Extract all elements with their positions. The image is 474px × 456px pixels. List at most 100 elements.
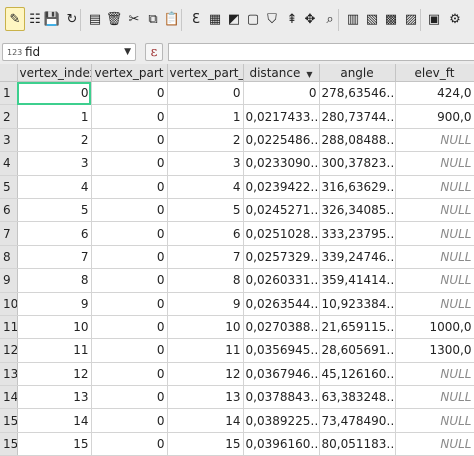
table-cell[interactable]: 8 (167, 268, 244, 293)
table-cell[interactable]: 3 (17, 151, 92, 176)
table-cell[interactable]: 0 (91, 81, 168, 106)
row-header[interactable]: 1 (0, 81, 18, 106)
table-cell[interactable]: 0,0263544… (243, 292, 320, 316)
table-cell[interactable]: 0,0389225… (243, 408, 320, 433)
table-cell[interactable]: 0 (91, 175, 168, 199)
table-cell[interactable]: 0,0257329… (243, 245, 320, 270)
table-cell[interactable]: 12 (167, 362, 244, 387)
column-header-angle[interactable]: angle (319, 64, 396, 82)
table-cell[interactable]: 0,0251028… (243, 221, 320, 246)
copy-icon[interactable]: ⧉ (143, 7, 163, 31)
table-cell[interactable]: NULL (395, 268, 474, 293)
table-cell[interactable]: 0 (91, 151, 168, 176)
table-cell[interactable]: 13 (17, 385, 92, 410)
table-cell[interactable]: 7 (167, 245, 244, 270)
table-cell[interactable]: 0,0378843… (243, 385, 320, 410)
table-cell[interactable]: 63,383248… (319, 385, 396, 410)
invert-selection-icon[interactable]: ◩ (224, 7, 244, 31)
table-cell[interactable]: 0,0367946… (243, 362, 320, 387)
column-header-elev-ft[interactable]: elev_ft (395, 64, 474, 82)
table-cell[interactable]: 7 (17, 245, 92, 270)
table-cell[interactable]: 4 (17, 175, 92, 199)
table-cell[interactable]: 0 (91, 315, 168, 340)
table-cell[interactable]: 6 (17, 221, 92, 246)
table-cell[interactable]: 73,478490… (319, 408, 396, 433)
table-cell[interactable]: 0 (91, 385, 168, 410)
table-cell[interactable]: 3 (167, 151, 244, 176)
table-cell[interactable]: 0 (91, 292, 168, 316)
deselect-all-icon[interactable]: ▢ (243, 7, 263, 31)
table-cell[interactable]: 316,63629… (319, 175, 396, 199)
table-cell[interactable]: 0,0233090… (243, 151, 320, 176)
table-cell[interactable]: 300,37823… (319, 151, 396, 176)
row-header[interactable]: 14 (0, 385, 18, 410)
table-cell[interactable]: 8 (17, 268, 92, 293)
table-cell[interactable]: 333,23795… (319, 221, 396, 246)
corner-header[interactable] (0, 64, 18, 82)
table-cell[interactable]: 280,73744… (319, 104, 396, 129)
table-cell[interactable]: 0,0356945… (243, 338, 320, 363)
table-cell[interactable]: NULL (395, 362, 474, 387)
table-cell[interactable]: 5 (167, 198, 244, 223)
table-cell[interactable]: 0 (91, 432, 168, 456)
table-cell[interactable]: NULL (395, 221, 474, 246)
filter-value-input[interactable] (168, 43, 474, 61)
table-cell[interactable]: 359,41414… (319, 268, 396, 293)
table-cell[interactable]: 288,08488… (319, 128, 396, 153)
table-cell[interactable]: 12 (17, 362, 92, 387)
table-cell[interactable]: 424,0 (395, 81, 474, 106)
field-calculator-icon[interactable]: ▩ (381, 7, 401, 31)
table-cell[interactable]: 0,0270388… (243, 315, 320, 340)
table-cell[interactable]: 1300,0 (395, 338, 474, 363)
new-field-icon[interactable]: ▥ (343, 7, 363, 31)
table-cell[interactable]: 0 (91, 408, 168, 433)
table-cell[interactable]: 6 (167, 221, 244, 246)
table-cell[interactable]: 0 (91, 198, 168, 223)
column-header-vertex-part[interactable]: vertex_part (91, 64, 168, 82)
field-select[interactable]: 123 fid ▼ (2, 43, 136, 61)
table-cell[interactable]: 0 (91, 128, 168, 153)
row-header[interactable]: 5 (0, 175, 18, 199)
column-header-vertex-part-index[interactable]: vertex_part_index (167, 64, 244, 82)
table-cell[interactable]: 0 (91, 268, 168, 293)
table-cell[interactable]: NULL (395, 408, 474, 433)
table-cell[interactable]: 1 (17, 104, 92, 129)
row-header[interactable]: 15 (0, 432, 18, 456)
save-edits-icon[interactable]: 💾 (42, 7, 62, 31)
reload-icon[interactable]: ↻ (62, 7, 82, 31)
conditional-formatting-icon[interactable]: ▨ (401, 7, 421, 31)
filter-selection-icon[interactable]: ⛉ (262, 7, 282, 31)
table-cell[interactable]: 0 (243, 81, 320, 106)
table-cell[interactable]: 28,605691… (319, 338, 396, 363)
table-cell[interactable]: 13 (167, 385, 244, 410)
table-cell[interactable]: 9 (167, 292, 244, 316)
table-cell[interactable]: 0,0225486… (243, 128, 320, 153)
table-cell[interactable]: 0,0260331… (243, 268, 320, 293)
table-cell[interactable]: 11 (167, 338, 244, 363)
table-cell[interactable]: 15 (167, 432, 244, 456)
table-cell[interactable]: 5 (17, 198, 92, 223)
delete-field-icon[interactable]: ▧ (362, 7, 382, 31)
add-feature-icon[interactable]: ▤ (85, 7, 105, 31)
table-cell[interactable]: 15 (17, 432, 92, 456)
paste-icon[interactable]: 📋 (162, 7, 182, 31)
table-cell[interactable]: 0 (167, 81, 244, 106)
table-cell[interactable]: 339,24746… (319, 245, 396, 270)
table-cell[interactable]: 0 (91, 362, 168, 387)
table-cell[interactable]: 0,0217433… (243, 104, 320, 129)
table-cell[interactable]: 1000,0 (395, 315, 474, 340)
row-header[interactable]: 4 (0, 151, 18, 176)
column-header-distance[interactable]: distance ▼ (243, 64, 320, 82)
table-cell[interactable]: 278,63546… (319, 81, 396, 106)
table-cell[interactable]: 45,126160… (319, 362, 396, 387)
cut-icon[interactable]: ✂ (124, 7, 144, 31)
actions-icon[interactable]: ⚙ (445, 7, 465, 31)
table-cell[interactable]: NULL (395, 432, 474, 456)
table-cell[interactable]: 0 (17, 81, 92, 106)
table-cell[interactable]: 80,051183… (319, 432, 396, 456)
table-cell[interactable]: 2 (17, 128, 92, 153)
table-cell[interactable]: 0 (91, 104, 168, 129)
table-cell[interactable]: NULL (395, 198, 474, 223)
row-header[interactable]: 11 (0, 315, 18, 340)
table-cell[interactable]: 1 (167, 104, 244, 129)
